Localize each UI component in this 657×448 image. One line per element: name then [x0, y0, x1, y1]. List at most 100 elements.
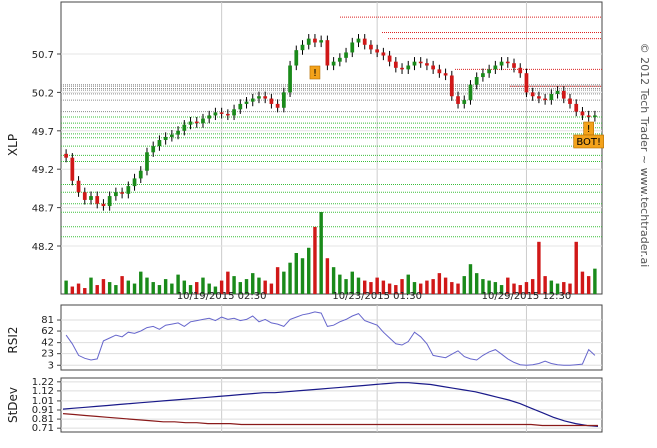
candle-body [219, 112, 224, 114]
volume-bar [151, 282, 155, 294]
candle-body [120, 192, 124, 194]
volume-bar [269, 283, 274, 294]
volume-bar [431, 279, 435, 294]
price-tick-label: 50.2 [32, 88, 54, 99]
volume-bar [163, 279, 168, 294]
volume-bar [139, 271, 143, 294]
candle-body [107, 196, 112, 207]
candle-body [543, 98, 547, 101]
volume-bar [95, 285, 99, 294]
candle-body [263, 96, 268, 99]
candle-body [95, 196, 100, 204]
candle-body [132, 178, 137, 187]
volume-bar [580, 271, 585, 294]
marker-alert-text: ! [313, 68, 317, 79]
volume-bar [450, 282, 454, 294]
candle-body [238, 103, 243, 110]
candle-body [462, 100, 467, 104]
candle-body [456, 96, 460, 104]
volume-bar [89, 277, 93, 294]
candle-body [530, 92, 535, 97]
candle-body [170, 134, 174, 137]
candle-body [313, 38, 317, 43]
candle-body [481, 73, 485, 78]
candle-body [82, 192, 87, 200]
volume-bar [307, 247, 311, 294]
volume-bar [83, 288, 87, 294]
candle-body [306, 38, 311, 45]
candle-body [194, 121, 199, 124]
candle-body [518, 67, 523, 74]
price-axis-label: XLP [6, 134, 20, 156]
volume-bar [586, 276, 591, 294]
volume-bar [456, 283, 460, 294]
candle-body [381, 52, 386, 56]
candle-body [400, 67, 404, 70]
candle-body [393, 61, 398, 68]
price-tick-label: 50.7 [32, 50, 54, 61]
candle-body [362, 38, 367, 45]
volume-bar [275, 267, 280, 294]
candle-body [126, 186, 131, 194]
candle-body [369, 44, 373, 50]
price-tick-label: 48.7 [32, 204, 54, 215]
volume-bar [462, 276, 466, 294]
volume-bar [331, 267, 336, 294]
candle-body [406, 65, 411, 70]
volume-bar [157, 285, 162, 294]
candle-body [524, 73, 529, 93]
rsi-tick-label: 23 [41, 349, 54, 360]
candle-body [188, 121, 193, 125]
candle-body [586, 115, 591, 117]
volume-bar [76, 283, 81, 294]
volume-bar [145, 277, 149, 294]
candle-body [76, 180, 81, 193]
price-panel-frame [60, 1, 603, 295]
candle-body [555, 90, 560, 94]
candle-body [574, 103, 579, 112]
x-tick-label: 10/29/2015 12:30 [482, 291, 572, 302]
candle-body [163, 136, 168, 141]
candle-body [331, 61, 336, 66]
candle-body [114, 192, 118, 197]
candle-body [64, 153, 68, 158]
volume-bar [120, 276, 124, 294]
candle-body [512, 63, 516, 68]
candle-body [505, 61, 510, 64]
volume-bar [282, 271, 286, 294]
candle-body [319, 40, 324, 43]
rsi-panel-frame [60, 304, 603, 371]
volume-bar [468, 264, 473, 294]
rsi-tick-label: 3 [48, 360, 54, 371]
volume-bar [319, 212, 323, 294]
candle-body [89, 196, 93, 200]
stdev-tick-label: 0.71 [32, 423, 54, 434]
volume-bar [313, 226, 317, 294]
price-tick-label: 49.7 [32, 127, 54, 138]
marker-alert-text: ! [587, 124, 591, 135]
candle-body [207, 115, 212, 119]
candle-body [418, 61, 423, 64]
volume-bar [325, 258, 330, 294]
volume-bar [425, 280, 429, 294]
candle-body [474, 77, 479, 85]
candle-body [412, 61, 417, 66]
candle-body [288, 65, 292, 93]
volume-bar [101, 279, 106, 294]
candle-body [225, 113, 230, 116]
candle-body [431, 65, 436, 70]
candle-body [443, 73, 448, 76]
volume-bar [300, 258, 305, 294]
candle-body [201, 118, 205, 124]
candle-body [493, 65, 498, 70]
candle-body [157, 140, 162, 147]
x-tick-label: 10/19/2015 02:30 [177, 291, 267, 302]
candle-body [337, 57, 342, 62]
candle-body [375, 49, 380, 53]
volume-bar [574, 241, 578, 294]
candle-body [145, 152, 149, 171]
candle-body [182, 124, 187, 131]
candle-body [537, 96, 541, 99]
rsi-tick-label: 62 [41, 326, 54, 337]
candle-body [468, 84, 473, 101]
